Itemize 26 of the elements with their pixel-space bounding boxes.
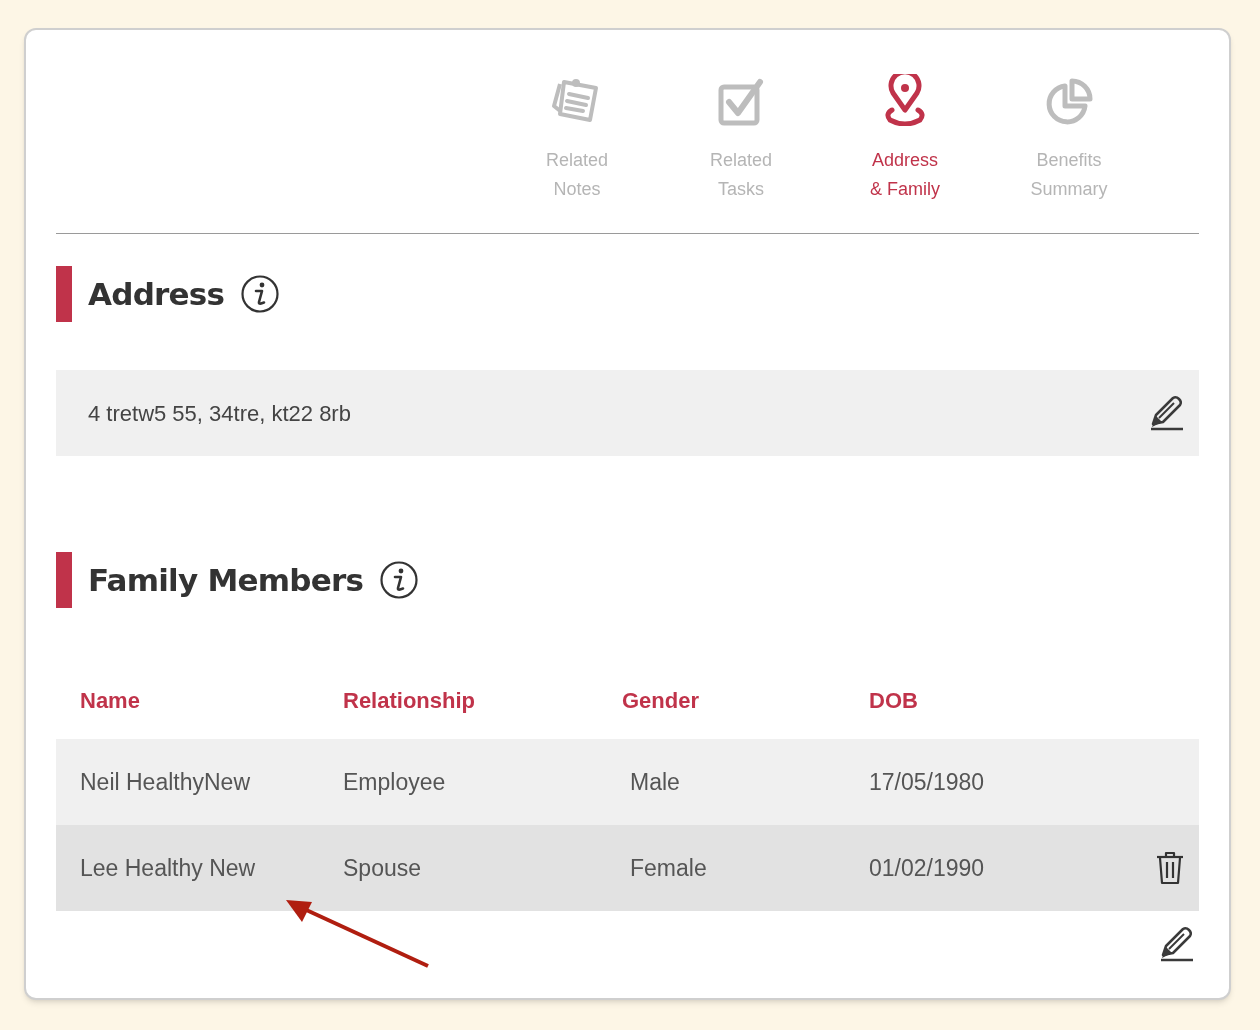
accent-bar xyxy=(56,552,72,608)
table-cell: 17/05/1980 xyxy=(869,768,985,795)
table-cell: Spouse xyxy=(343,854,421,881)
column-header: Gender xyxy=(622,687,700,713)
table-cell: 01/02/1990 xyxy=(869,854,985,881)
column-header: Relationship xyxy=(343,687,475,713)
column-header: Name xyxy=(80,687,140,713)
tab[interactable]: Address & Family xyxy=(823,68,987,233)
table-cell: Lee Healthy New xyxy=(80,854,256,881)
table-row[interactable]: Neil HealthyNew Employee Male 17/05/1980 xyxy=(56,739,1199,825)
section-title: Family Members xyxy=(88,560,364,600)
pie-chart-icon xyxy=(1045,78,1093,126)
location-pin-icon xyxy=(884,74,926,126)
trash-icon[interactable] xyxy=(1155,850,1185,886)
column-header: DOB xyxy=(869,687,918,713)
table-cell: Employee xyxy=(343,768,446,795)
info-icon[interactable] xyxy=(379,560,420,600)
section-title: Address xyxy=(88,274,225,314)
table-cell: Female xyxy=(630,854,707,881)
info-icon[interactable] xyxy=(240,274,281,314)
table-row[interactable]: Lee Healthy New Spouse Female 01/02/1990 xyxy=(56,825,1199,911)
checkbox-icon xyxy=(718,78,764,126)
table-cell: Male xyxy=(630,768,680,795)
address-text: 4 tretw5 55, 34tre, kt22 8rb xyxy=(88,399,351,428)
table-cell: Neil HealthyNew xyxy=(80,768,250,795)
accent-bar xyxy=(56,266,72,322)
